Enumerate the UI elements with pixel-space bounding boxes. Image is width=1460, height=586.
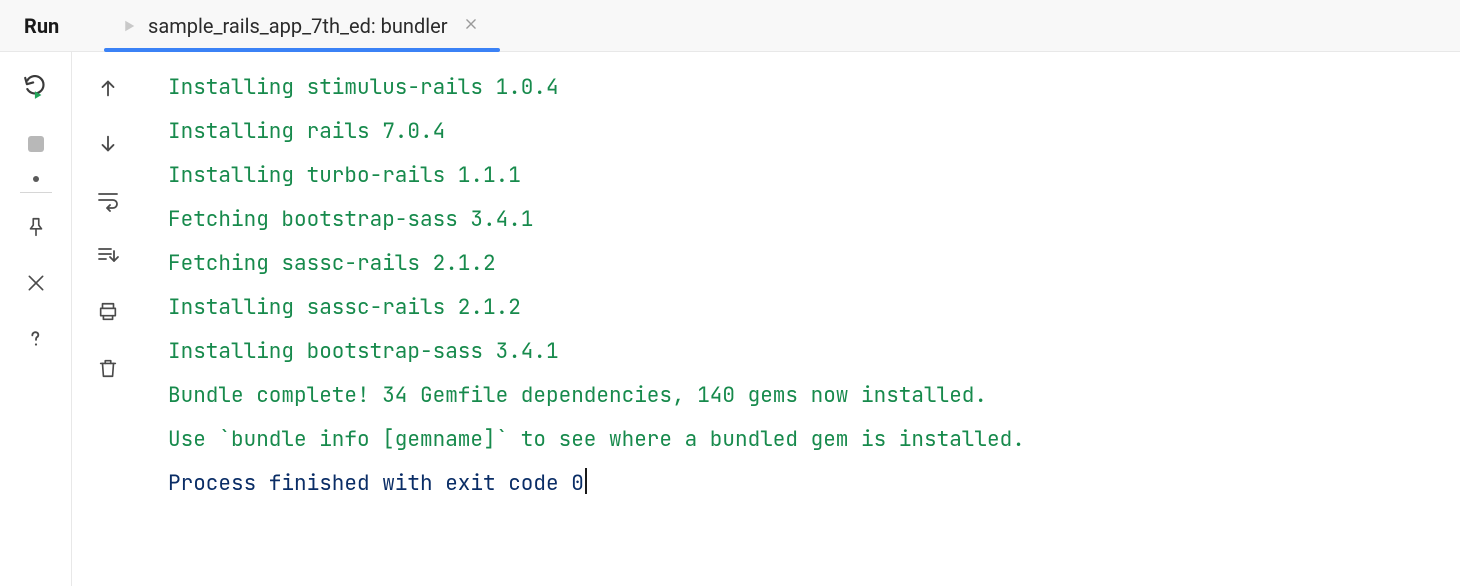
scroll-down-button[interactable] bbox=[90, 126, 126, 162]
console-line: Installing bootstrap-sass 3.4.1 bbox=[168, 330, 1436, 374]
stop-button[interactable] bbox=[18, 126, 54, 162]
tool-window-body: Installing stimulus-rails 1.0.4Installin… bbox=[0, 52, 1460, 586]
console-line: Installing stimulus-rails 1.0.4 bbox=[168, 66, 1436, 110]
scroll-up-button[interactable] bbox=[90, 70, 126, 106]
active-tab-indicator bbox=[104, 48, 500, 52]
run-config-tab[interactable]: sample_rails_app_7th_ed: bundler bbox=[104, 0, 500, 51]
close-tab-button[interactable] bbox=[458, 14, 484, 37]
console-action-toolbar bbox=[72, 52, 144, 586]
toolbar-divider bbox=[20, 192, 52, 193]
scroll-to-end-button[interactable] bbox=[90, 238, 126, 274]
pin-tab-button[interactable] bbox=[18, 209, 54, 245]
stop-icon bbox=[28, 136, 44, 152]
console-line: Process finished with exit code 0 bbox=[168, 462, 1436, 506]
clear-all-button[interactable] bbox=[90, 350, 126, 386]
console-line: Fetching bootstrap-sass 3.4.1 bbox=[168, 198, 1436, 242]
play-icon bbox=[120, 17, 138, 35]
console-line: Fetching sassc-rails 2.1.2 bbox=[168, 242, 1436, 286]
overflow-indicator bbox=[33, 176, 39, 182]
console-line: Bundle complete! 34 Gemfile dependencies… bbox=[168, 374, 1436, 418]
print-button[interactable] bbox=[90, 294, 126, 330]
tab-label: sample_rails_app_7th_ed: bundler bbox=[148, 14, 448, 38]
console-line: Installing sassc-rails 2.1.2 bbox=[168, 286, 1436, 330]
console-line: Use `bundle info [gemname]` to see where… bbox=[168, 418, 1436, 462]
soft-wrap-button[interactable] bbox=[90, 182, 126, 218]
left-action-toolbar bbox=[0, 52, 72, 586]
console-line: Installing turbo-rails 1.1.1 bbox=[168, 154, 1436, 198]
console-output[interactable]: Installing stimulus-rails 1.0.4Installin… bbox=[144, 52, 1460, 586]
tool-window-header: Run sample_rails_app_7th_ed: bundler bbox=[0, 0, 1460, 52]
close-button[interactable] bbox=[18, 265, 54, 301]
rerun-button[interactable] bbox=[18, 70, 54, 106]
console-line: Installing rails 7.0.4 bbox=[168, 110, 1436, 154]
tool-window-title: Run bbox=[0, 14, 104, 38]
text-cursor bbox=[585, 468, 587, 494]
help-button[interactable] bbox=[18, 321, 54, 357]
